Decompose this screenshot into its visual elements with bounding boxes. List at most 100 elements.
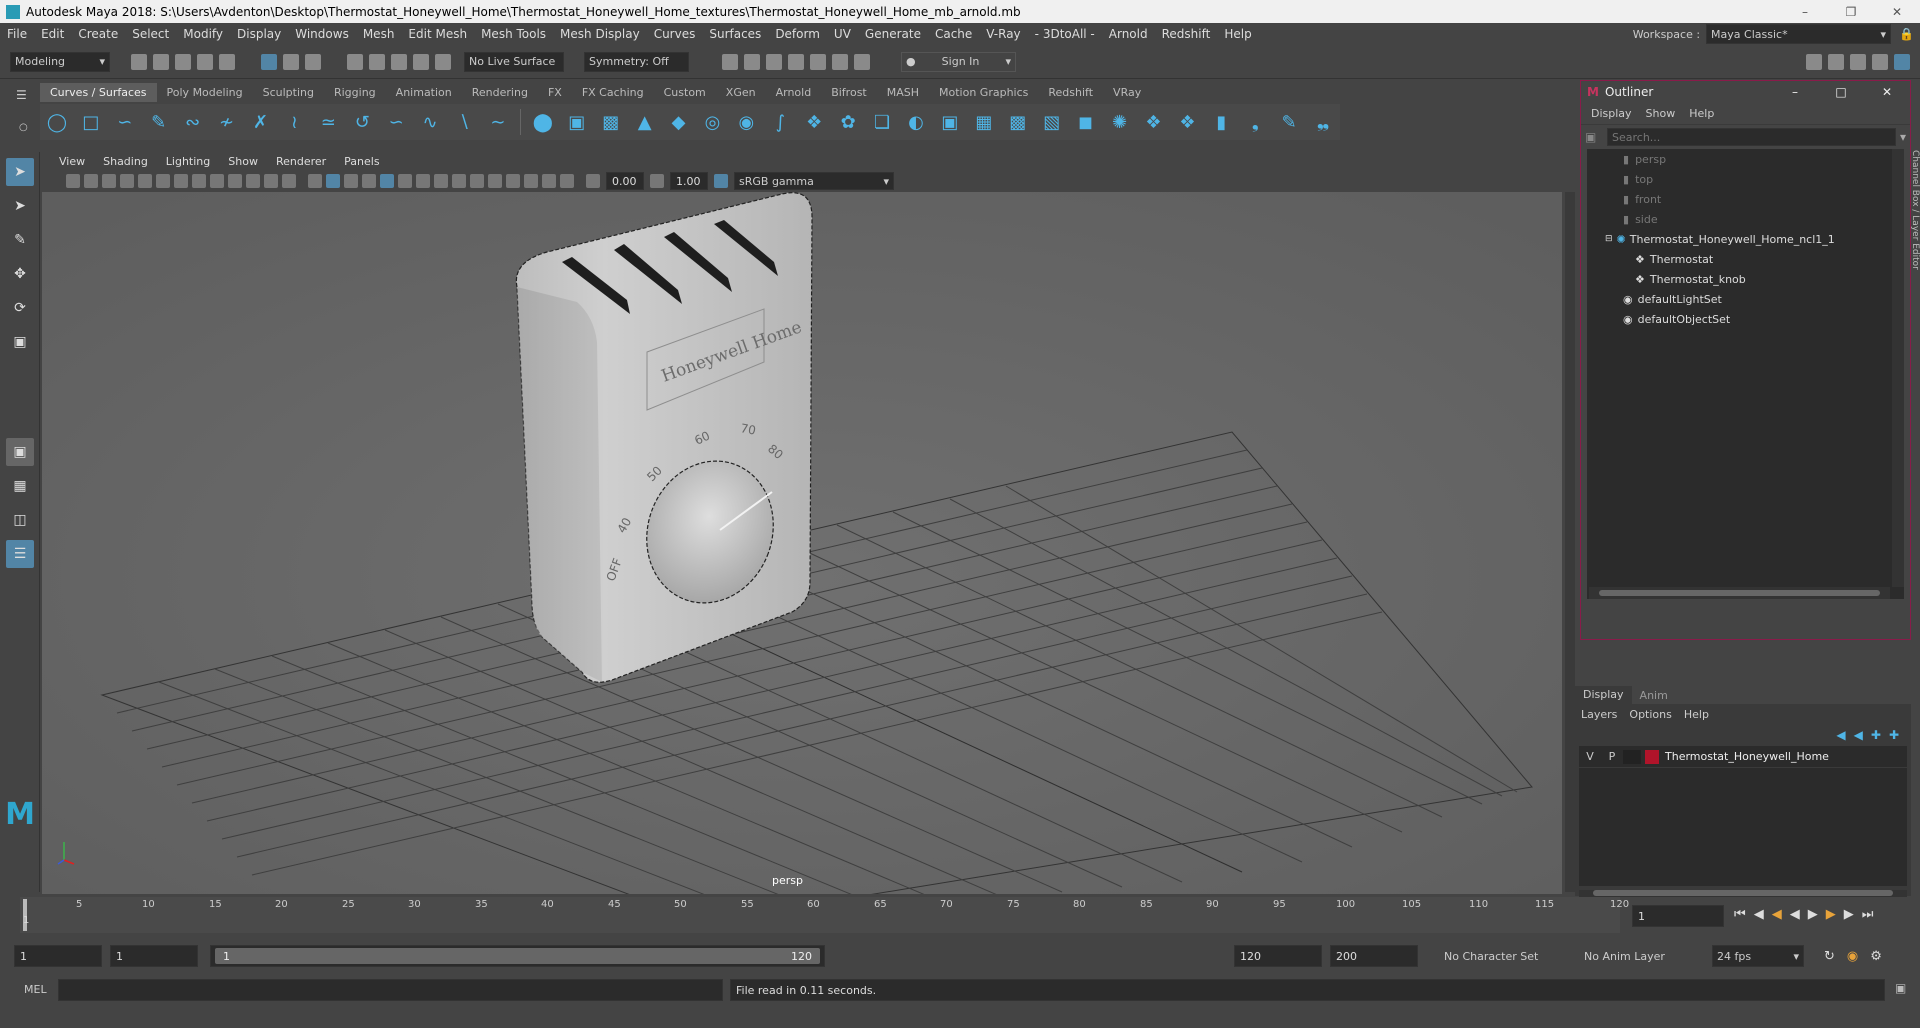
play-backwards-icon[interactable]: ◀ — [1790, 907, 1800, 922]
anim-layer-dropdown[interactable]: No Anim Layer — [1580, 945, 1685, 967]
pencil-curve-icon[interactable]: ✎ — [147, 110, 171, 134]
shelf-options-icon[interactable]: ○ — [19, 122, 28, 133]
shelf-tab-mash[interactable]: MASH — [877, 83, 929, 102]
backface-culling-icon[interactable] — [560, 174, 574, 188]
layer-name[interactable]: Thermostat_Honeywell_Home — [1665, 750, 1829, 763]
loft-icon[interactable]: ∫ — [768, 110, 792, 134]
restore-icon[interactable]: ❐ — [1828, 0, 1874, 23]
exposure-field[interactable]: 0.00 — [606, 172, 644, 190]
new-layer-selected-icon[interactable]: ✚ — [1889, 728, 1899, 742]
birail-icon[interactable]: ❏ — [870, 110, 894, 134]
snap-live-icon[interactable] — [435, 53, 451, 70]
square-surface-icon[interactable]: ▦ — [972, 110, 996, 134]
xray-icon[interactable] — [524, 174, 538, 188]
maximize-icon[interactable]: □ — [1818, 85, 1864, 99]
color-space-dropdown[interactable]: sRGB gamma ▾ — [734, 172, 894, 190]
menu-mesh-display[interactable]: Mesh Display — [553, 23, 647, 45]
align-surfaces-icon[interactable]: ▮ — [1209, 110, 1233, 134]
select-camera-icon[interactable] — [66, 174, 80, 188]
bezier-curve-icon[interactable]: ≁ — [215, 110, 239, 134]
image-plane-icon[interactable] — [120, 174, 134, 188]
menu-surfaces[interactable]: Surfaces — [702, 23, 768, 45]
project-curve-icon[interactable]: ▩ — [1006, 110, 1030, 134]
menu-redshift[interactable]: Redshift — [1155, 23, 1218, 45]
outliner-item-side[interactable]: ▮ side — [1587, 209, 1904, 229]
menu-edit-mesh[interactable]: Edit Mesh — [401, 23, 474, 45]
gamma-icon[interactable] — [650, 174, 664, 188]
layer-row[interactable]: V P Thermostat_Honeywell_Home — [1579, 746, 1907, 768]
range-slider[interactable]: 1 120 — [210, 945, 825, 967]
mel-label[interactable]: MEL — [24, 983, 47, 996]
menu-select[interactable]: Select — [125, 23, 176, 45]
layer-menu-help[interactable]: Help — [1678, 708, 1715, 721]
shelf-tab-redshift[interactable]: Redshift — [1038, 83, 1103, 102]
default-material-icon[interactable] — [344, 174, 358, 188]
move-tool-icon[interactable]: ✥ — [6, 260, 34, 288]
scale-tool-icon[interactable]: ▣ — [6, 328, 34, 356]
viewport-splitter[interactable] — [1565, 192, 1575, 892]
gate-mask-icon[interactable] — [228, 174, 242, 188]
menu-edit[interactable]: Edit — [34, 23, 71, 45]
outliner-vertical-scrollbar[interactable] — [1892, 149, 1904, 587]
smooth-shade-icon[interactable] — [326, 174, 340, 188]
shelf-tab-animation[interactable]: Animation — [386, 83, 462, 102]
outliner-layout-icon[interactable]: ☰ — [6, 540, 34, 568]
loop-icon[interactable]: ↻ — [1824, 949, 1835, 964]
step-back-frame-icon[interactable]: ◀ — [1754, 907, 1764, 922]
hypershade-icon[interactable] — [810, 53, 826, 70]
menu-file[interactable]: File — [0, 23, 34, 45]
isolate-select-icon[interactable] — [506, 174, 520, 188]
collapse-icon[interactable]: ⊟ — [1605, 234, 1613, 244]
symmetry-dropdown[interactable]: Symmetry: Off — [584, 51, 689, 72]
nurbs-sphere-icon[interactable]: ⬤ — [531, 110, 555, 134]
redo-icon[interactable] — [219, 53, 235, 70]
tool-settings-icon[interactable] — [1872, 53, 1888, 70]
select-by-component-icon[interactable] — [305, 53, 321, 70]
go-to-end-icon[interactable]: ⏭ — [1862, 907, 1874, 922]
panel-menu-show[interactable]: Show — [219, 155, 267, 168]
minimize-icon[interactable]: – — [1772, 85, 1818, 99]
detach-surfaces-icon[interactable]: ❖ — [1175, 110, 1199, 134]
revolve-icon[interactable]: ◉ — [734, 110, 758, 134]
wireframe-on-shaded-icon[interactable] — [362, 174, 376, 188]
menu-arnold[interactable]: Arnold — [1102, 23, 1155, 45]
curve-rebuild-icon[interactable]: ≃ — [316, 110, 340, 134]
ep-curve-icon[interactable]: ∽ — [113, 110, 137, 134]
animation-preferences-icon[interactable]: ⚙ — [1870, 949, 1882, 964]
workspace-dropdown[interactable]: Maya Classic* ▾ — [1706, 24, 1892, 44]
wireframe-icon[interactable] — [308, 174, 322, 188]
mode-dropdown[interactable]: Modeling ▾ — [10, 51, 110, 72]
intersect-icon[interactable]: ✺ — [1108, 110, 1132, 134]
nurbs-plane-icon[interactable]: ◆ — [667, 110, 691, 134]
go-to-start-icon[interactable]: ⏮ — [1734, 907, 1746, 922]
panel-menu-renderer[interactable]: Renderer — [267, 155, 335, 168]
playback-start-field[interactable]: 1 — [110, 945, 198, 967]
sign-in-button[interactable]: ● Sign In ▾ — [901, 51, 1016, 72]
nurbs-cylinder-icon[interactable]: ▩ — [599, 110, 623, 134]
shelf-tab-sculpting[interactable]: Sculpting — [253, 83, 324, 102]
shelf-tab-arnold[interactable]: Arnold — [766, 83, 822, 102]
layer-display-type[interactable] — [1623, 749, 1641, 764]
select-by-hierarchy-icon[interactable] — [261, 53, 277, 70]
shelf-tab-poly-modeling[interactable]: Poly Modeling — [157, 83, 253, 102]
channel-box-side-tab[interactable]: Channel Box / Layer Editor — [1910, 150, 1920, 650]
four-view-layout-icon[interactable]: ▦ — [6, 472, 34, 500]
channel-box-icon[interactable] — [1894, 53, 1910, 70]
time-slider[interactable]: 1 5 10 15 20 25 30 35 40 45 50 55 60 65 … — [0, 897, 1920, 935]
auto-key-icon[interactable]: ◉ — [1847, 949, 1858, 964]
menu-vray[interactable]: V-Ray — [979, 23, 1027, 45]
boundary-icon[interactable]: ▣ — [938, 110, 962, 134]
shelf-tab-vray[interactable]: VRay — [1103, 83, 1151, 102]
shelf-tab-rendering[interactable]: Rendering — [462, 83, 538, 102]
outliner-item-default-object-set[interactable]: ◉ defaultObjectSet — [1587, 309, 1904, 329]
color-management-icon[interactable] — [714, 174, 728, 188]
outliner-item-front[interactable]: ▮ front — [1587, 189, 1904, 209]
persp-outliner-layout-icon[interactable]: ◫ — [6, 506, 34, 534]
move-layer-up-icon[interactable]: ◀ — [1836, 728, 1845, 742]
outliner-item-group[interactable]: ⊟ ✺ Thermostat_Honeywell_Home_ncl1_1 — [1587, 229, 1904, 249]
snap-point-icon[interactable] — [391, 53, 407, 70]
exposure-icon[interactable] — [586, 174, 600, 188]
shadows-icon[interactable] — [416, 174, 430, 188]
shelf-tab-fx-caching[interactable]: FX Caching — [572, 83, 654, 102]
bevel-plus-icon[interactable]: ◐ — [904, 110, 928, 134]
